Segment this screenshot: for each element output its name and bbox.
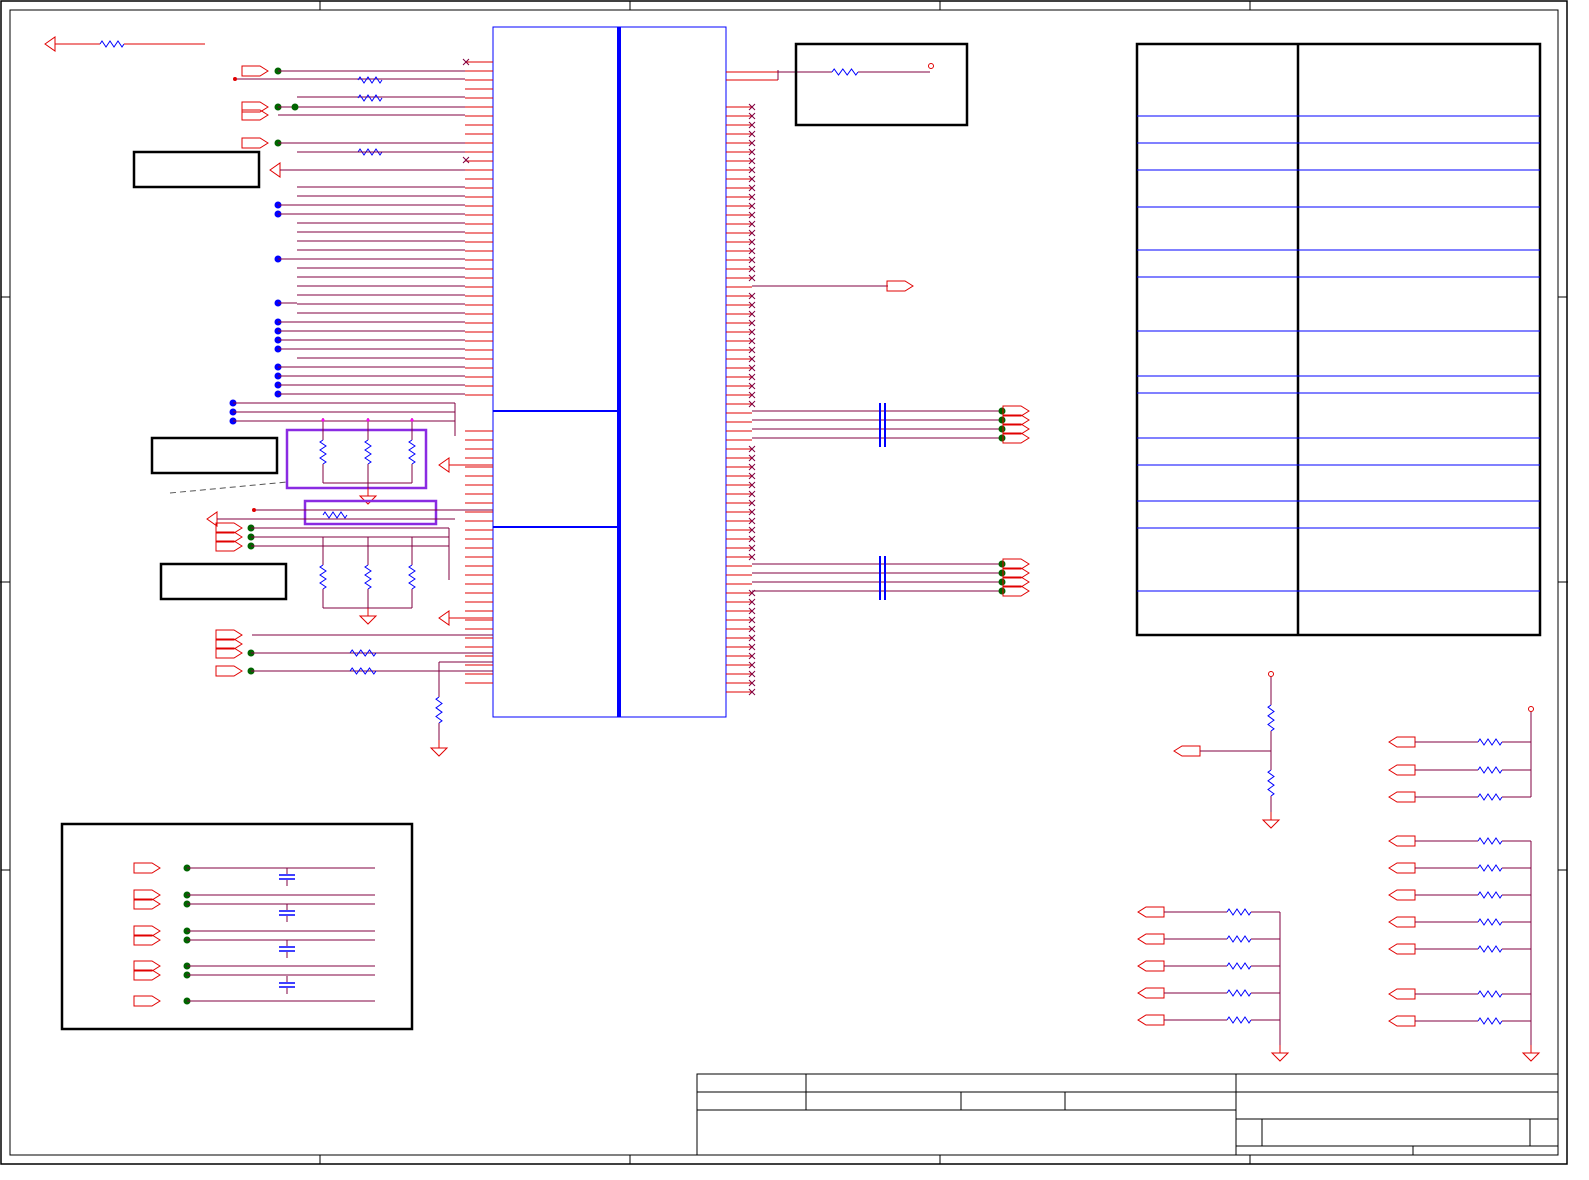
note-box [159, 562, 288, 601]
resistor [1477, 864, 1503, 872]
schematic-sheet [0, 0, 1568, 1165]
ground-symbol [1521, 1045, 1541, 1062]
resistor [1477, 837, 1503, 845]
resistor [1477, 945, 1503, 953]
resistor [1477, 1017, 1503, 1025]
note-box [150, 436, 279, 475]
resistor [349, 667, 377, 675]
offpage-port [1388, 791, 1416, 803]
offpage-port [1137, 933, 1165, 945]
offpage-port [886, 280, 914, 292]
no-connect-mark [462, 156, 470, 164]
arrow-connector [438, 457, 450, 473]
offpage-port [241, 65, 269, 77]
table-frame [1135, 42, 1542, 637]
offpage-port [241, 137, 269, 149]
note-box [794, 42, 969, 127]
pin-dot [410, 418, 414, 422]
offpage-port [1388, 835, 1416, 847]
offpage-port [1137, 987, 1165, 999]
offpage-port [1388, 736, 1416, 748]
resistor [1226, 1016, 1252, 1024]
offpage-port [1388, 862, 1416, 874]
resistor [831, 68, 859, 76]
pin-dot [321, 418, 325, 422]
test-point [928, 63, 934, 69]
decoupling-cap-group [60, 822, 414, 1031]
resistor [1477, 990, 1503, 998]
offpage-port [1388, 943, 1416, 955]
offpage-port [1173, 745, 1201, 757]
ic-body [492, 26, 727, 718]
offpage-port [1388, 764, 1416, 776]
decoupling-box [60, 822, 414, 1031]
ground-symbol [429, 740, 449, 757]
note-boxes [132, 42, 969, 601]
offpage-port [1137, 906, 1165, 918]
arrow-connector [269, 162, 281, 178]
resistor [435, 696, 443, 724]
junction-dot [998, 560, 1006, 568]
resistor [1226, 935, 1252, 943]
ground-symbol [358, 608, 378, 625]
right-net-wires [726, 63, 1030, 696]
test-point [252, 508, 256, 512]
resistor [408, 439, 416, 465]
junction-dot [291, 103, 299, 111]
ground-symbol [1261, 812, 1281, 829]
resistor [1267, 704, 1275, 732]
resistor [322, 511, 348, 519]
resistor [364, 564, 372, 590]
highlight-resistor-group [285, 428, 428, 490]
junction-dot [998, 578, 1006, 586]
ground-symbol [1270, 1045, 1290, 1062]
resistor [349, 649, 377, 657]
offpage-port [1388, 916, 1416, 928]
resistor [319, 439, 327, 465]
offpage-port [133, 995, 161, 1007]
pin-table [1135, 42, 1542, 637]
offpage-port [1388, 988, 1416, 1000]
resistor [1477, 918, 1503, 926]
junction-dot [998, 569, 1006, 577]
main-ic[interactable] [492, 26, 727, 718]
test-point [1528, 706, 1534, 712]
test-point [233, 77, 237, 81]
resistor [1267, 769, 1275, 797]
arrow-connector [438, 610, 450, 626]
title-block-frame [696, 1073, 1559, 1156]
resistor [1226, 989, 1252, 997]
offpage-port [1388, 889, 1416, 901]
resistor [1226, 962, 1252, 970]
resistor [357, 76, 383, 84]
pullup-resistor-banks [1137, 671, 1541, 1062]
resistor [1477, 891, 1503, 899]
resistor [1477, 793, 1503, 801]
note-box [132, 150, 261, 189]
resistor [1477, 738, 1503, 746]
resistor [357, 94, 383, 102]
resistor [1226, 908, 1252, 916]
junction-dot [998, 425, 1006, 433]
junction-dot [998, 434, 1006, 442]
resistor [364, 439, 372, 465]
offpage-port [1137, 1014, 1165, 1026]
pin-dot [366, 418, 370, 422]
left-net-wires [44, 36, 493, 757]
resistor [99, 40, 125, 48]
junction-dot [998, 416, 1006, 424]
offpage-port [1388, 1015, 1416, 1027]
junction-dot [998, 407, 1006, 415]
leader-line [169, 481, 288, 494]
arrow-connector [44, 36, 56, 52]
offpage-port [1137, 960, 1165, 972]
junction-dot [998, 587, 1006, 595]
title-block [696, 1073, 1559, 1156]
offpage-port [215, 665, 243, 677]
resistor [408, 564, 416, 590]
resistor [319, 564, 327, 590]
resistor [1477, 766, 1503, 774]
test-point [1268, 671, 1274, 677]
offpage-port [133, 862, 161, 874]
